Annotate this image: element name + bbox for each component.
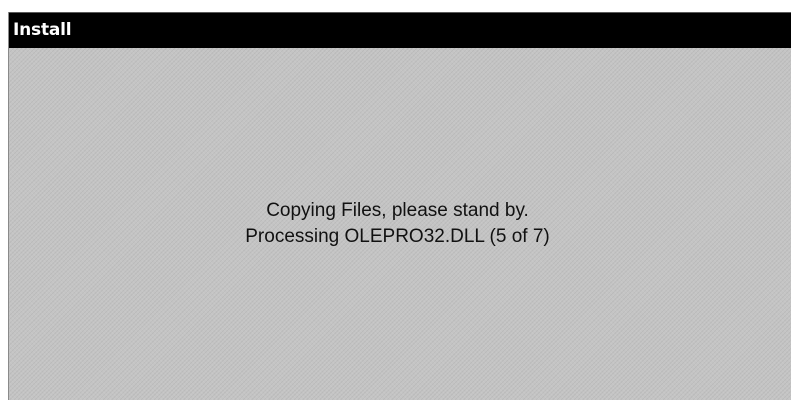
status-line-processing: Processing OLEPRO32.DLL (5 of 7) bbox=[245, 226, 550, 247]
install-window: Install Copying Files, please stand by. … bbox=[8, 12, 791, 400]
status-line-copying: Copying Files, please stand by. bbox=[266, 200, 529, 221]
window-title: Install bbox=[13, 20, 72, 40]
title-bar[interactable]: Install bbox=[9, 12, 791, 48]
status-message: Copying Files, please stand by. Processi… bbox=[1, 198, 793, 250]
